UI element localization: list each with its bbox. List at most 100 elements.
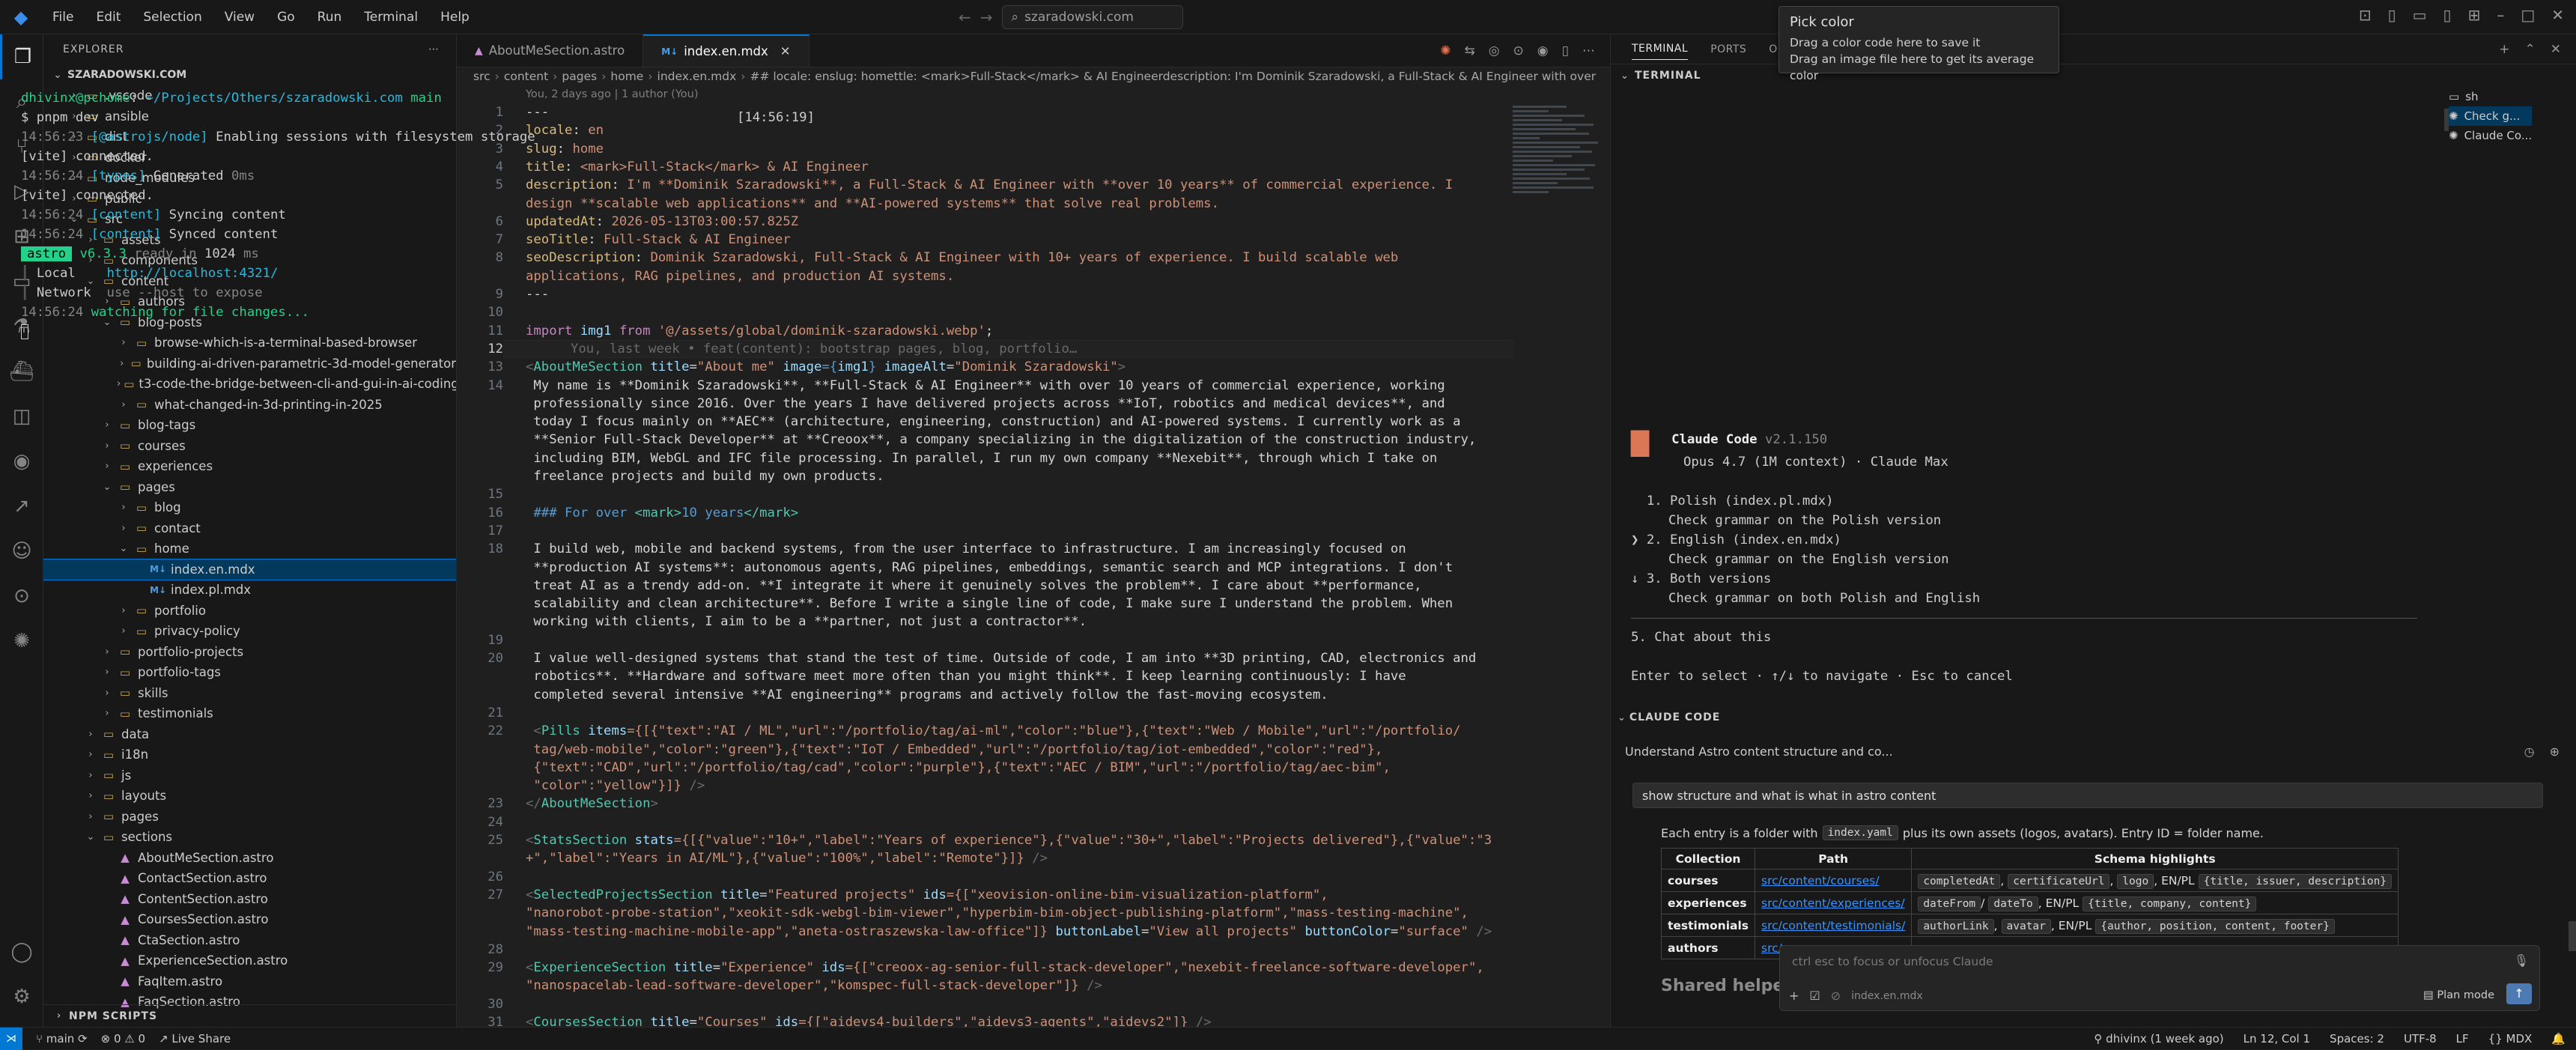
tree-item[interactable]: M↓index.en.mdx	[43, 559, 456, 580]
toggle-context-icon[interactable]: ☑	[1809, 989, 1820, 1003]
toggle-sidebar-icon[interactable]: ▯	[2388, 6, 2396, 24]
tree-item[interactable]: ▲ContactSection.astro	[43, 868, 456, 889]
terminal-scrollbar[interactable]	[2444, 109, 2449, 131]
menu-item-run[interactable]: Run	[309, 5, 351, 29]
tree-item[interactable]: ▲CoursesSection.astro	[43, 909, 456, 930]
add-attachment-icon[interactable]: +	[1789, 989, 1799, 1003]
panel-tab-terminal[interactable]: TERMINAL	[1632, 43, 1688, 60]
local-url[interactable]: http://localhost:4321/	[106, 266, 278, 281]
forward-arrow-icon[interactable]: →	[980, 8, 993, 26]
tree-item[interactable]: ▲ContentSection.astro	[43, 889, 456, 910]
back-arrow-icon[interactable]: ←	[959, 8, 971, 26]
claude-run-icon[interactable]: ✺	[1440, 43, 1450, 58]
path-link[interactable]: src/content/courses/	[1755, 870, 1912, 892]
copilot-icon[interactable]: ⊡	[2359, 6, 2372, 24]
indentation[interactable]: Spaces: 2	[2330, 1032, 2384, 1046]
close-tab-icon[interactable]: ✕	[780, 44, 791, 58]
menu-item-selection[interactable]: Selection	[134, 5, 210, 29]
menu-item-file[interactable]: File	[43, 5, 82, 29]
more-editor-actions-icon[interactable]: ⋯	[1582, 43, 1595, 58]
claude-option[interactable]: ❯ 2. English (index.en.mdx)	[1631, 530, 2447, 550]
docker-icon[interactable]: ⛴	[0, 349, 43, 394]
cursor-position[interactable]: Ln 12, Col 1	[2244, 1032, 2310, 1046]
live-share-icon[interactable]: ↗	[0, 484, 43, 529]
tree-item[interactable]: ›▭blog	[43, 497, 456, 518]
breadcrumb-item[interactable]: home	[610, 70, 643, 83]
more-actions-icon[interactable]: ⋯	[428, 43, 440, 55]
minimap[interactable]	[1513, 103, 1603, 268]
menu-item-go[interactable]: Go	[268, 5, 304, 29]
tree-item[interactable]: ›▭what-changed-in-3d-printing-in-2025	[43, 395, 456, 416]
account-icon[interactable]: ◯	[0, 929, 43, 974]
tree-item[interactable]: ›▭testimonials	[43, 703, 456, 724]
toggle-panel-icon[interactable]: ▭	[2413, 6, 2427, 24]
branch-indicator[interactable]: ⑂ main ⟳	[36, 1032, 88, 1046]
minimize-icon[interactable]: –	[2497, 6, 2504, 24]
tree-item[interactable]: ›▭courses	[43, 436, 456, 457]
claude-code-header[interactable]: ⌄CLAUDE CODE	[1617, 711, 1720, 729]
live-share-button[interactable]: ↗ Live Share	[159, 1032, 231, 1046]
command-center-search[interactable]: ⌕szaradowski.com	[1002, 5, 1183, 29]
tree-item[interactable]: ›▭experiences	[43, 456, 456, 477]
tree-item[interactable]: M↓index.pl.mdx	[43, 580, 456, 601]
breadcrumb-item[interactable]: index.en.mdx	[657, 70, 737, 83]
tree-item[interactable]: ▲CtaSection.astro	[43, 930, 456, 951]
npm-scripts-section[interactable]: › NPM SCRIPTS	[43, 1004, 457, 1027]
explorer-icon[interactable]: ❐	[0, 34, 43, 79]
tree-item[interactable]: ›▭data	[43, 724, 456, 745]
editor-tab[interactable]: M↓index.en.mdx✕	[643, 34, 809, 67]
tree-item[interactable]: ▲ExperienceSection.astro	[43, 950, 456, 971]
editor-tab[interactable]: ▲AboutMeSection.astro	[457, 34, 643, 67]
session-title[interactable]: Understand Astro content structure and c…	[1625, 744, 1893, 759]
tree-item[interactable]: ›▭privacy-policy	[43, 621, 456, 642]
notifications-icon[interactable]: 🔔	[2551, 1032, 2566, 1046]
workspace-root[interactable]: ⌄ SZARADOWSKI.COM	[43, 64, 456, 85]
path-link[interactable]: src/content/experiences/	[1755, 892, 1912, 914]
eye-off-icon[interactable]: ⊘	[1831, 989, 1841, 1003]
preview-icon[interactable]: ◉	[1537, 43, 1549, 58]
tree-item[interactable]: ›▭portfolio-projects	[43, 642, 456, 663]
maximize-panel-icon[interactable]: ⌃	[2525, 42, 2536, 57]
breadcrumb-item[interactable]: ## locale: enslug: homettle: <mark>Full-…	[750, 70, 1596, 83]
problems-indicator[interactable]: ⊗ 0 ⚠ 0	[101, 1032, 145, 1046]
terminal-section-header[interactable]: ⌄ TERMINAL	[1611, 64, 2576, 87]
tree-item[interactable]: ▲AboutMeSection.astro	[43, 848, 456, 869]
tree-item[interactable]: ›▭building-ai-driven-parametric-3d-model…	[43, 353, 456, 374]
blame-status[interactable]: ⚲ dhivinx (1 week ago)	[2094, 1032, 2223, 1046]
tree-item[interactable]: ▲FaqItem.astro	[43, 971, 456, 992]
breadcrumb-item[interactable]: content	[504, 70, 548, 83]
compare-changes-icon[interactable]: ⇆	[1464, 43, 1474, 58]
menu-item-view[interactable]: View	[216, 5, 264, 29]
context-file-chip[interactable]: index.en.mdx	[1851, 990, 1923, 1002]
send-button[interactable]: ↑	[2506, 983, 2532, 1004]
plan-mode-toggle[interactable]: ▤ Plan mode	[2423, 989, 2494, 1001]
close-panel-icon[interactable]: ✕	[2551, 42, 2561, 57]
path-link[interactable]: src/content/testimonials/	[1755, 914, 1912, 937]
claude-option[interactable]: 1. Polish (index.pl.mdx)	[1631, 491, 2447, 511]
toggle-secondary-sidebar-icon[interactable]: ▯	[2443, 6, 2452, 24]
layout-icon[interactable]: ⊞	[2468, 6, 2481, 24]
tree-item[interactable]: ›▭i18n	[43, 744, 456, 765]
claude-input[interactable]: ctrl esc to focus or unfocus Claude 🎙 + …	[1779, 945, 2540, 1011]
end-of-line[interactable]: LF	[2456, 1032, 2469, 1046]
tree-item[interactable]: ›▭portfolio	[43, 601, 456, 622]
history-icon[interactable]: ◷	[2524, 744, 2535, 759]
terminal-instance[interactable]: ✺Claude Co...	[2449, 126, 2532, 145]
tree-item[interactable]: ›▭skills	[43, 683, 456, 704]
tree-item[interactable]: ›▭t3-code-the-bridge-between-cli-and-gui…	[43, 374, 456, 395]
new-terminal-icon[interactable]: +	[2499, 42, 2509, 57]
tree-item[interactable]: ›▭js	[43, 765, 456, 786]
claude-option[interactable]: ↓ 3. Both versions	[1631, 569, 2447, 589]
gitlens-icon[interactable]: ◉	[0, 439, 43, 484]
tree-item[interactable]: ⌄▭home	[43, 538, 456, 559]
remote-indicator-icon[interactable]: ⋊	[0, 1028, 22, 1050]
tree-item[interactable]: ›▭contact	[43, 518, 456, 539]
claude-scrollbar[interactable]	[2569, 921, 2576, 951]
open-changes-icon[interactable]: ◎	[1489, 43, 1500, 58]
tree-item[interactable]: ›▭portfolio-tags	[43, 662, 456, 683]
claude-cli-chat-option[interactable]: 5. Chat about this	[1631, 628, 2447, 647]
settings-gear-icon[interactable]: ⚙	[0, 974, 43, 1019]
tree-item[interactable]: ›▭blog-tags	[43, 415, 456, 436]
maximize-icon[interactable]: □	[2521, 6, 2535, 24]
language-mode[interactable]: {} MDX	[2488, 1032, 2533, 1046]
